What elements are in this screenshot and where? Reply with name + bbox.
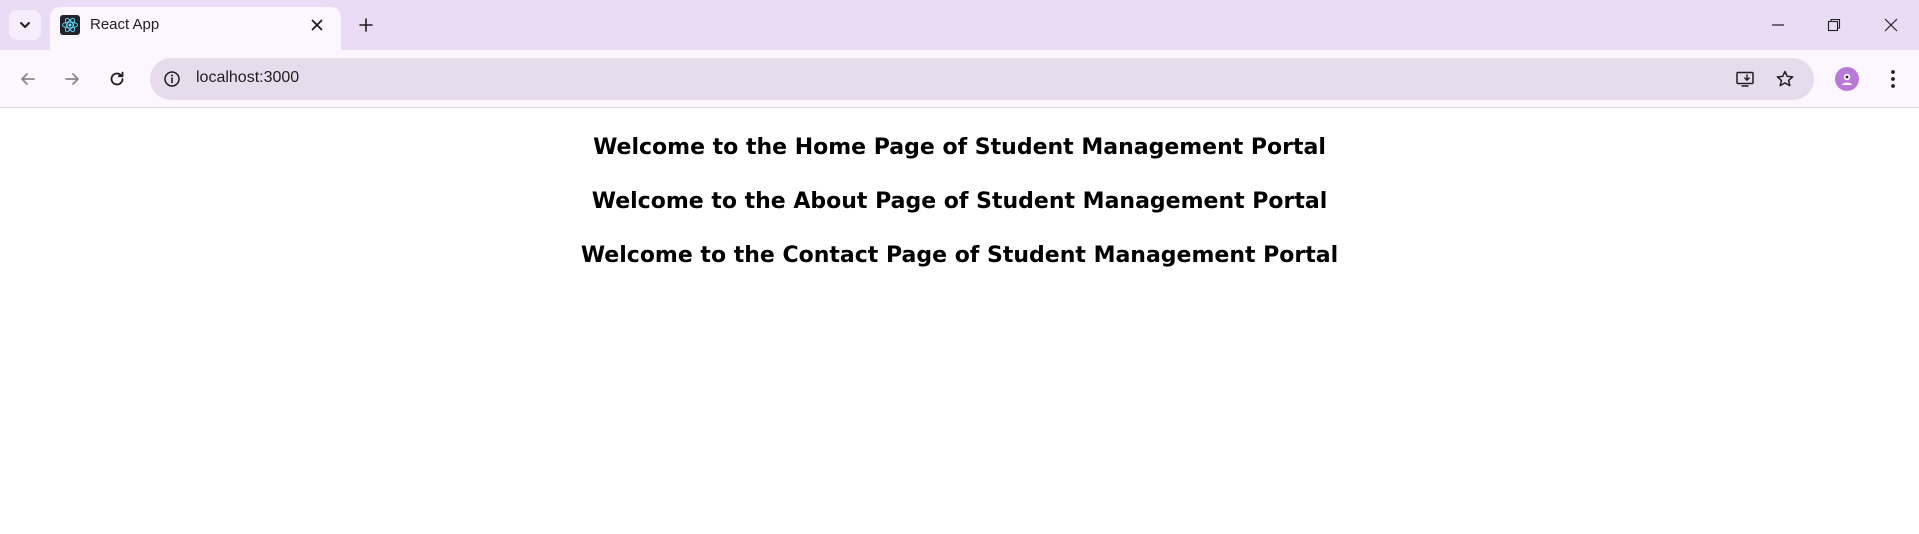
close-window-button[interactable]: [1876, 10, 1906, 40]
restore-icon: [1827, 18, 1841, 32]
back-button[interactable]: [12, 63, 44, 95]
arrow-right-icon: [65, 73, 79, 85]
about-page-heading: Welcome to the About Page of Student Man…: [591, 189, 1328, 214]
tab-search-button[interactable]: [9, 10, 41, 40]
reload-button[interactable]: [101, 63, 133, 95]
tab-strip: React App: [0, 0, 1919, 50]
minimize-button[interactable]: [1763, 10, 1793, 40]
tab-title: React App: [90, 16, 160, 33]
contact-page-heading: Welcome to the Contact Page of Student M…: [580, 243, 1339, 268]
star-icon: [1776, 70, 1794, 87]
install-app-icon: [1736, 71, 1754, 87]
chevron-down-icon: [20, 22, 30, 28]
plus-icon: [359, 18, 373, 32]
tab-close-button[interactable]: [308, 16, 326, 34]
kebab-menu-icon: [1891, 70, 1895, 88]
restore-button[interactable]: [1819, 10, 1849, 40]
arrow-left-icon: [21, 73, 35, 85]
profile-icon: [1841, 73, 1853, 85]
browser-window: React App localhost:3000 Welcome to the …: [0, 0, 1919, 534]
forward-button[interactable]: [56, 63, 88, 95]
browser-menu-button[interactable]: [1879, 65, 1907, 93]
site-info-button[interactable]: [160, 67, 184, 91]
profile-avatar-button[interactable]: [1835, 67, 1859, 91]
url-text[interactable]: localhost:3000: [196, 69, 299, 87]
reload-icon: [110, 71, 124, 86]
close-icon: [1884, 18, 1898, 32]
tab-react-app[interactable]: React App: [50, 7, 341, 50]
new-tab-button[interactable]: [353, 12, 379, 38]
browser-toolbar: localhost:3000: [0, 50, 1919, 108]
page-viewport: Welcome to the Home Page of Student Mana…: [0, 109, 1919, 534]
info-icon: [164, 71, 180, 87]
install-app-button[interactable]: [1733, 67, 1757, 91]
minimize-icon: [1772, 24, 1784, 26]
react-logo-icon: [60, 15, 80, 35]
bookmark-button[interactable]: [1773, 67, 1797, 91]
home-page-heading: Welcome to the Home Page of Student Mana…: [593, 135, 1326, 160]
address-bar[interactable]: localhost:3000: [150, 58, 1814, 100]
close-icon: [311, 19, 323, 31]
